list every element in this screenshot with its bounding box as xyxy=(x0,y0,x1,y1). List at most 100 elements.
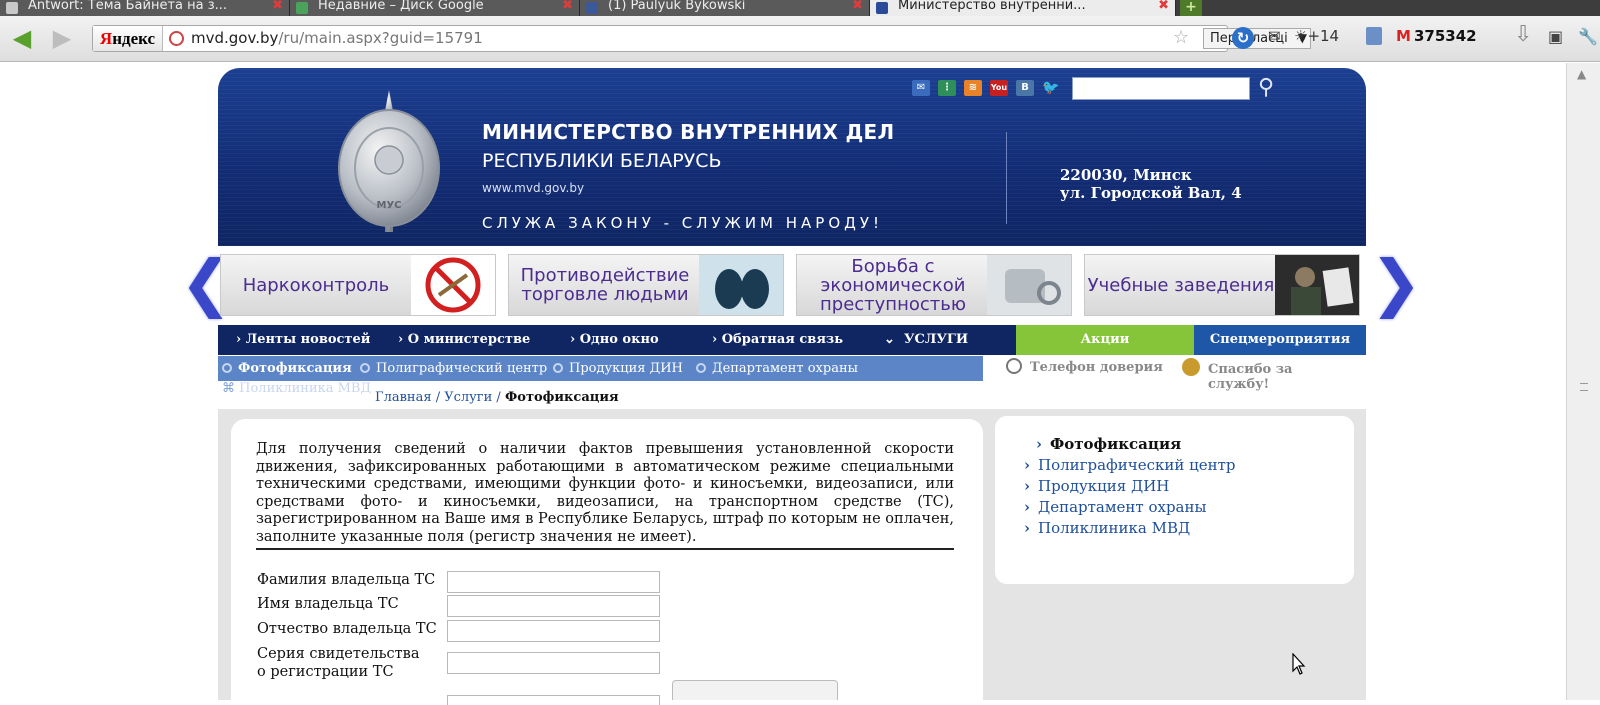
rss-icon[interactable]: ≋ xyxy=(964,80,982,96)
close-tab-icon[interactable]: ✖ xyxy=(852,0,863,12)
sidebar-item-polygraph[interactable]: › Полиграфический центр xyxy=(1024,456,1236,474)
refresh-icon[interactable]: ↻ xyxy=(1232,27,1254,49)
sidebar-item-din[interactable]: › Продукция ДИН xyxy=(1024,477,1169,495)
twitter-icon[interactable]: 🐦 xyxy=(1042,80,1060,96)
mail-envelope-icon[interactable]: ✉ xyxy=(1268,27,1281,45)
patronymic-input[interactable] xyxy=(447,620,660,642)
trust-phone-link[interactable]: Телефон доверия xyxy=(1006,358,1163,375)
address-line: 220030, Минск xyxy=(1060,166,1192,184)
name-input[interactable] xyxy=(447,595,660,617)
extension-icon[interactable] xyxy=(1366,27,1382,45)
nav-item-one-window[interactable]: › Одно окно xyxy=(570,325,659,355)
mail-icon[interactable]: ✉ xyxy=(912,80,930,96)
site-search-input[interactable] xyxy=(1072,77,1250,100)
menu-icon[interactable]: ▣ xyxy=(1548,27,1563,46)
gmail-icon[interactable]: M xyxy=(1396,27,1411,45)
url-text[interactable]: mvd.gov.by/ru/main.aspx?guid=15791 xyxy=(191,26,483,51)
close-tab-icon[interactable]: ✖ xyxy=(1158,0,1169,12)
download-icon[interactable]: ⇩ xyxy=(1514,22,1532,47)
nav-item-akcii[interactable]: Акции xyxy=(1016,325,1194,355)
scroll-grip[interactable] xyxy=(1580,383,1588,391)
nav-label: О министерстве xyxy=(407,332,531,347)
wrench-icon[interactable]: 🔧 xyxy=(1578,27,1598,46)
scroll-up-icon[interactable]: ▲ xyxy=(1577,67,1586,81)
mail-counter[interactable]: 375342 xyxy=(1414,27,1477,45)
browser-tab[interactable]: Недавние – Диск Google ✖ xyxy=(290,0,580,16)
browser-tab[interactable]: (1) Paulyuk Bykowski ✖ xyxy=(580,0,870,16)
chevron-right-icon: › xyxy=(1024,498,1030,516)
nav-item-feedback[interactable]: › Обратная связь xyxy=(712,325,843,355)
breadcrumb: Главная / Услуги / Фотофиксация xyxy=(375,390,619,405)
field-label-surname: Фамилия владельца ТС xyxy=(257,572,436,588)
banner-trafficking[interactable]: Противодействие торговле людьми xyxy=(508,254,784,316)
subnav-item-polygraph[interactable]: Полиграфический центр xyxy=(360,356,547,381)
breadcrumb-current: Фотофиксация xyxy=(504,390,619,405)
social-links: ✉ ⋮ ≋ You B 🐦 xyxy=(912,80,1060,96)
nav-item-services[interactable]: ⌄ УСЛУГИ xyxy=(884,325,968,355)
emblem-text: МУС xyxy=(377,200,402,211)
forward-arrow-icon[interactable]: ▶ xyxy=(48,24,76,52)
yandex-logo[interactable]: Яндекс xyxy=(93,26,163,51)
browser-tab[interactable]: Antwort: Тема Байнета на з... ✖ xyxy=(0,0,290,16)
thanks-link[interactable]: Спасибо за службу! xyxy=(1182,358,1292,392)
medal-icon xyxy=(1182,358,1200,376)
web-page: ✉ ⋮ ≋ You B 🐦 ⚲ МУС МИНИСТЕРСТВО ВНУТРЕН… xyxy=(0,63,1566,705)
next-field-input[interactable] xyxy=(447,695,660,705)
banner-label: Наркоконтроль xyxy=(242,274,390,296)
banner-label: Учебные заведения xyxy=(1087,274,1275,296)
subnav-label: Полиграфический центр xyxy=(376,361,548,376)
subnav-item-din[interactable]: Продукция ДИН xyxy=(553,356,683,381)
site-identity-icon[interactable] xyxy=(169,31,184,46)
nav-label: Ленты новостей xyxy=(245,332,371,347)
close-tab-icon[interactable]: ✖ xyxy=(272,0,283,12)
subnav-item-photo[interactable]: Фотофиксация xyxy=(222,356,352,381)
carousel-next-button[interactable]: ❯ xyxy=(1370,252,1422,316)
nav-item-about[interactable]: › О министерстве xyxy=(398,325,530,355)
vkontakte-icon[interactable]: B xyxy=(1016,80,1034,96)
hands-icon xyxy=(699,255,783,315)
certificate-series-input[interactable] xyxy=(447,652,660,674)
form-intro-text: Для получения сведений о наличии фактов … xyxy=(256,441,954,550)
youtube-icon[interactable]: You xyxy=(990,80,1008,96)
surname-input[interactable] xyxy=(447,571,660,593)
banner-economic-crime[interactable]: Борьба с экономической преступностью xyxy=(796,254,1072,316)
share-icon[interactable]: ⋮ xyxy=(938,80,956,96)
ministry-subtitle: РЕСПУБЛИКИ БЕЛАРУСЬ xyxy=(482,150,722,172)
sub-nav: Фотофиксация Полиграфический центр Проду… xyxy=(218,356,983,381)
back-arrow-icon[interactable]: ◀ xyxy=(8,24,36,52)
tab-title: (1) Paulyuk Bykowski xyxy=(608,0,746,13)
chevron-right-icon: › xyxy=(1024,456,1030,474)
site-header: ✉ ⋮ ≋ You B 🐦 ⚲ МУС МИНИСТЕРСТВО ВНУТРЕН… xyxy=(218,68,1366,246)
carousel-prev-button[interactable]: ❮ xyxy=(180,252,232,316)
cadet-icon xyxy=(1275,255,1359,315)
submit-button[interactable] xyxy=(672,680,838,700)
chevron-right-icon: › xyxy=(1024,477,1030,495)
new-tab-button[interactable]: + xyxy=(1180,0,1202,16)
subnav-item-clinic[interactable]: ⌘ Поликлиника МВД xyxy=(222,381,371,396)
browser-tab-active[interactable]: Министерство внутренни... ✖ xyxy=(870,0,1176,16)
vertical-scrollbar[interactable]: ▲ xyxy=(1566,63,1600,700)
banner-label: Борьба с экономической преступностью xyxy=(820,255,966,315)
search-icon[interactable]: ⚲ xyxy=(1252,74,1280,102)
close-tab-icon[interactable]: ✖ xyxy=(562,0,573,12)
nav-item-special[interactable]: Спецмероприятия xyxy=(1194,325,1366,355)
breadcrumb-home[interactable]: Главная xyxy=(375,390,432,405)
bullet-icon xyxy=(222,363,232,373)
subnav-item-security[interactable]: Департамент охраны xyxy=(696,356,858,381)
browser-toolbar: ◀ ▶ Яндекс mvd.gov.by/ru/main.aspx?guid=… xyxy=(0,16,1600,62)
thanks-label: службу! xyxy=(1208,377,1270,392)
sidebar-item-photo[interactable]: › Фотофиксация xyxy=(1036,435,1181,453)
address-bar[interactable]: Яндекс mvd.gov.by/ru/main.aspx?guid=1579… xyxy=(92,25,1311,52)
bookmark-star-icon[interactable]: ☆ xyxy=(1173,27,1189,48)
phone-icon xyxy=(1006,358,1022,374)
banner-education[interactable]: Учебные заведения xyxy=(1084,254,1360,316)
sidebar-item-security[interactable]: › Департамент охраны xyxy=(1024,498,1206,516)
field-label-certificate-series: Серия свидетельства о регистрации ТС xyxy=(257,646,420,680)
breadcrumb-services[interactable]: Услуги xyxy=(444,390,492,405)
weather-widget[interactable]: ☀+14 xyxy=(1294,27,1339,45)
sidebar-item-clinic[interactable]: › Поликлиника МВД xyxy=(1024,519,1190,537)
nav-item-news[interactable]: › Ленты новостей xyxy=(236,325,370,355)
thanks-label: Спасибо за xyxy=(1208,362,1293,377)
chevron-right-icon: › xyxy=(1024,519,1030,537)
banner-narkokontrol[interactable]: Наркоконтроль xyxy=(220,254,496,316)
